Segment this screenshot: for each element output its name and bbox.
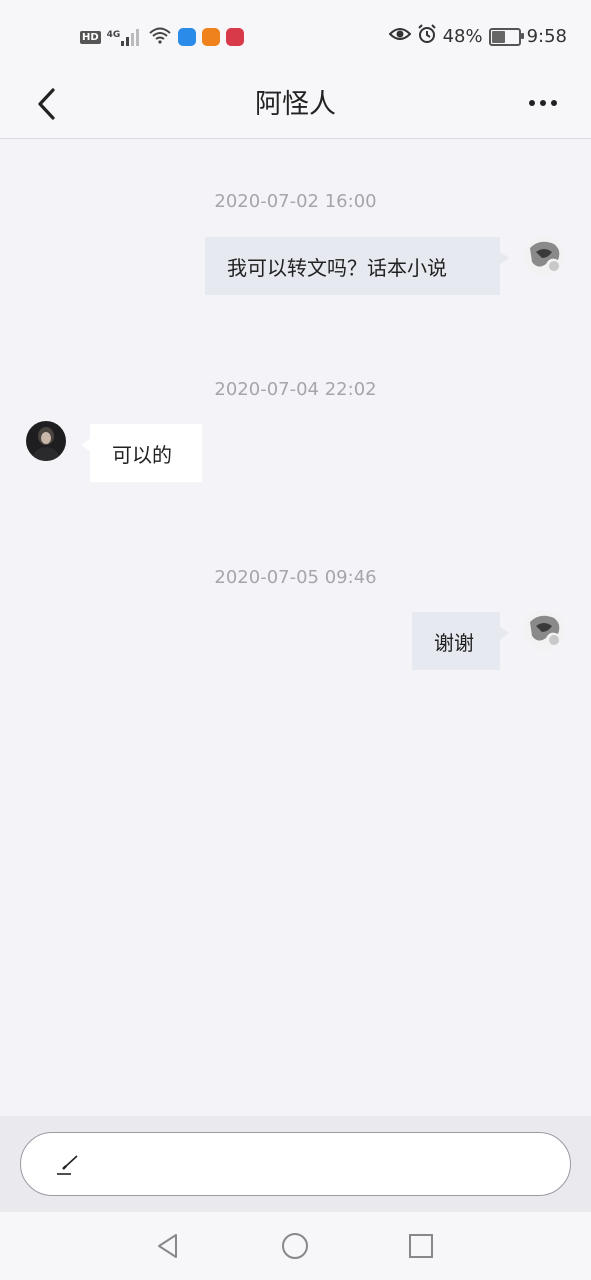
battery-level (491, 30, 506, 43)
message-timestamp: 2020-07-02 16:00 (214, 191, 377, 212)
more-dots-icon (529, 100, 535, 106)
message-timestamp: 2020-07-05 09:46 (214, 567, 377, 588)
battery-percent: 48% (442, 26, 483, 47)
message-text: 谢谢 (434, 630, 474, 655)
hd-icon: HD (80, 30, 101, 44)
app-icon-orange (202, 28, 221, 46)
avatar-contact[interactable] (26, 421, 66, 461)
message-timestamp: 2020-07-04 22:02 (214, 379, 377, 400)
system-recents-button[interactable] (405, 1230, 437, 1262)
system-nav-bar (0, 1212, 591, 1280)
wifi-icon (148, 26, 172, 48)
alarm-icon (417, 24, 437, 49)
avatar-self[interactable] (524, 236, 564, 276)
more-button[interactable] (523, 88, 563, 118)
message-bubble-incoming[interactable]: 可以的 (81, 424, 202, 482)
clock: 9:58 (526, 26, 567, 47)
more-dot (540, 100, 546, 106)
system-back-button[interactable] (152, 1230, 184, 1262)
home-circle-icon (282, 1233, 308, 1259)
message-bubble-outgoing[interactable]: 谢谢 (412, 612, 509, 670)
system-home-button[interactable] (279, 1230, 311, 1262)
message-bubble-outgoing[interactable]: 我可以转文吗？话本小说 (205, 237, 509, 295)
battery-icon (488, 27, 524, 46)
app-icon-red (226, 28, 245, 46)
message-input-container[interactable] (20, 1132, 571, 1196)
status-right-icons: 48% 9:58 (388, 24, 567, 49)
chat-header: 阿怪人 (0, 70, 591, 139)
composer-bar (0, 1116, 591, 1212)
pen-icon (55, 1153, 81, 1181)
signal-icon: 4G (107, 28, 143, 46)
more-dot (551, 100, 557, 106)
status-bar: HD 4G 48% 9:58 (0, 0, 591, 70)
message-text: 我可以转文吗？话本小说 (227, 255, 447, 280)
page-title: 阿怪人 (255, 89, 336, 120)
app-icon-blue (178, 28, 197, 46)
back-triangle-icon (158, 1234, 177, 1258)
avatar-self[interactable] (524, 610, 564, 650)
network-type: 4G (106, 30, 121, 40)
eye-icon (388, 26, 411, 47)
message-text: 可以的 (112, 442, 172, 467)
message-input[interactable] (101, 1145, 545, 1185)
status-left-icons: HD 4G (80, 26, 245, 48)
recents-square-icon (409, 1234, 433, 1258)
